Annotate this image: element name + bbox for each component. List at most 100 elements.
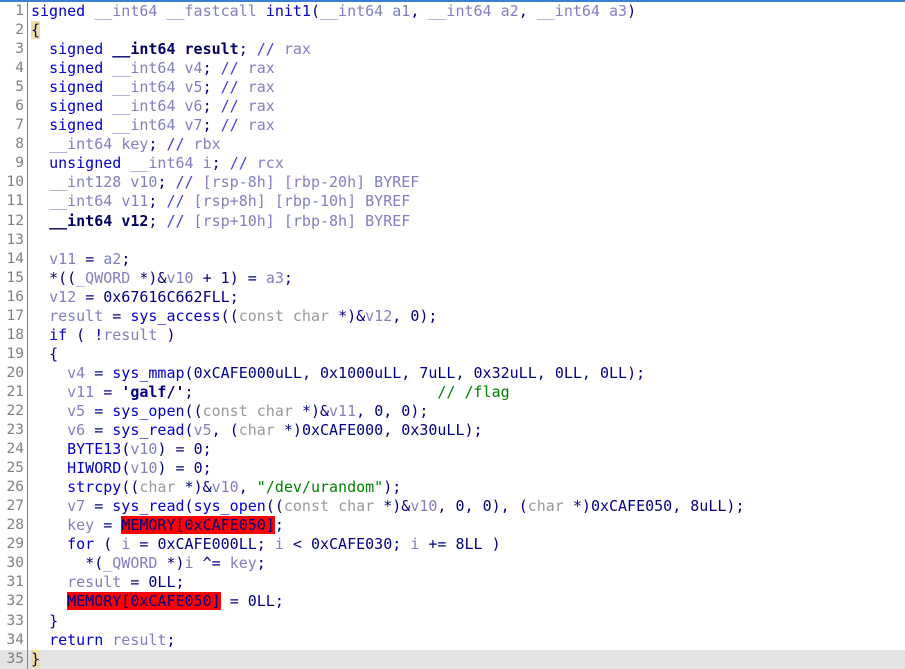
code-text[interactable]: MEMORY[0xCAFE050] = 0LL; <box>31 592 284 611</box>
code-text[interactable]: result = sys_access((const char *)&v12, … <box>31 307 437 326</box>
code-text[interactable]: signed __int64 result; // rax <box>31 40 311 59</box>
code-line[interactable]: 32 MEMORY[0xCAFE050] = 0LL; <box>0 592 905 612</box>
code-text[interactable]: signed __int64 v5; // rax <box>31 78 275 97</box>
code-text[interactable]: *((_QWORD *)&v10 + 1) = a3; <box>31 269 293 288</box>
code-text[interactable]: v6 = sys_read(v5, (char *)0xCAFE000, 0x3… <box>31 421 482 440</box>
code-line[interactable]: 20 v4 = sys_mmap(0xCAFE000uLL, 0x1000uLL… <box>0 363 905 383</box>
gutter-separator <box>27 535 28 555</box>
line-number: 26 <box>6 479 24 496</box>
code-line[interactable]: 33 } <box>0 611 905 631</box>
inline-comment: rax <box>274 40 311 59</box>
code-text[interactable]: __int64 v12; // [rsp+10h] [rbp-8h] BYREF <box>31 212 410 231</box>
code-text[interactable]: __int64 v11; // [rsp+8h] [rbp-10h] BYREF <box>31 192 410 211</box>
code-line[interactable]: 26 strcpy((char *)&v10, "/dev/urandom"); <box>0 478 905 498</box>
code-text[interactable]: signed __int64 v6; // rax <box>31 97 275 116</box>
code-text[interactable]: __int64 key; // rbx <box>31 135 221 154</box>
gutter-separator <box>27 592 28 612</box>
line-number: 4 <box>15 60 24 77</box>
code-text[interactable]: unsigned __int64 i; // rcx <box>31 154 284 173</box>
code-text[interactable]: { <box>31 345 58 364</box>
code-text[interactable] <box>31 231 40 250</box>
gutter-separator <box>27 382 28 402</box>
code-line[interactable]: 2{ <box>0 21 905 41</box>
code-line[interactable]: 29 for ( i = 0xCAFE000LL; i < 0xCAFE030;… <box>0 535 905 555</box>
code-line[interactable]: 28 key = MEMORY[0xCAFE050]; <box>0 516 905 536</box>
gutter-separator <box>27 401 28 422</box>
code-line[interactable]: 35} <box>0 649 905 669</box>
code-text[interactable]: if ( !result ) <box>31 326 175 345</box>
code-text[interactable]: signed __int64 v7; // rax <box>31 116 275 135</box>
inline-comment: rcx <box>247 154 284 173</box>
code-text[interactable]: strcpy((char *)&v10, "/dev/urandom"); <box>31 478 401 497</box>
code-text[interactable]: __int128 v10; // [rsp-8h] [rbp-20h] BYRE… <box>31 173 419 192</box>
code-line[interactable]: 23 v6 = sys_read(v5, (char *)0xCAFE000, … <box>0 421 905 441</box>
code-text[interactable]: } <box>31 649 41 669</box>
line-number: 27 <box>6 498 24 515</box>
line-number: 7 <box>15 117 24 134</box>
gutter-separator <box>27 135 28 155</box>
inline-comment: [rsp+10h] [rbp-8h] BYREF <box>184 211 411 230</box>
code-line[interactable]: 27 v7 = sys_read(sys_open((const char *)… <box>0 497 905 517</box>
code-line[interactable]: 19 { <box>0 344 905 364</box>
code-text[interactable]: { <box>31 21 41 40</box>
pseudocode-code-area[interactable]: 1 signed __int64 __fastcall init1(__int64… <box>0 2 905 669</box>
search-highlight[interactable]: MEMORY[0xCAFE050] <box>121 516 275 535</box>
code-text[interactable]: v11 = 'galf/'; // /flag <box>31 383 510 402</box>
matching-brace[interactable]: { <box>31 21 41 40</box>
code-line[interactable]: 21 v11 = 'galf/'; // /flag <box>0 382 905 402</box>
code-text[interactable]: v4 = sys_mmap(0xCAFE000uLL, 0x1000uLL, 7… <box>31 364 645 383</box>
code-line[interactable]: 22 v5 = sys_open((const char *)&v11, 0, … <box>0 401 905 422</box>
line-number: 33 <box>6 612 24 629</box>
code-line[interactable]: 12 __int64 v12; // [rsp+10h] [rbp-8h] BY… <box>0 211 905 231</box>
code-text[interactable]: HIWORD(v10) = 0; <box>31 459 212 478</box>
code-text[interactable]: signed __int64 __fastcall init1(__int64 … <box>31 2 636 21</box>
line-number: 5 <box>15 79 24 96</box>
code-line[interactable]: 14 v11 = a2; <box>0 249 905 269</box>
code-line[interactable]: 6 signed __int64 v6; // rax <box>0 97 905 117</box>
search-highlight[interactable]: MEMORY[0xCAFE050] <box>67 592 221 611</box>
code-text[interactable]: } <box>31 612 58 631</box>
code-text[interactable]: *(_QWORD *)i ^= key; <box>31 554 266 573</box>
gutter-separator <box>27 497 28 517</box>
code-line[interactable]: 7 signed __int64 v7; // rax <box>0 116 905 136</box>
line-number: 25 <box>6 460 24 477</box>
gutter-separator <box>27 268 28 288</box>
code-line[interactable]: 24 BYTE13(v10) = 0; <box>0 440 905 460</box>
code-line[interactable]: 10 __int128 v10; // [rsp-8h] [rbp-20h] B… <box>0 173 905 193</box>
matching-brace[interactable]: } <box>31 649 41 668</box>
code-text[interactable]: return result; <box>31 631 175 650</box>
code-line[interactable]: 18 if ( !result ) <box>0 325 905 345</box>
code-text[interactable]: key = MEMORY[0xCAFE050]; <box>31 516 284 535</box>
code-line[interactable]: 17 result = sys_access((const char *)&v1… <box>0 306 905 326</box>
gutter-separator <box>27 59 28 79</box>
code-text[interactable]: v12 = 0x67616C662FLL; <box>31 288 239 307</box>
code-text[interactable]: for ( i = 0xCAFE000LL; i < 0xCAFE030; i … <box>31 535 501 554</box>
code-line[interactable]: 25 HIWORD(v10) = 0; <box>0 459 905 479</box>
inline-comment: // /flag <box>437 382 510 401</box>
code-line[interactable]: 15 *((_QWORD *)&v10 + 1) = a3; <box>0 268 905 288</box>
code-line[interactable]: 5 signed __int64 v5; // rax <box>0 78 905 98</box>
code-text[interactable]: BYTE13(v10) = 0; <box>31 440 212 459</box>
gutter-separator <box>27 40 28 60</box>
code-line[interactable]: 11 __int64 v11; // [rsp+8h] [rbp-10h] BY… <box>0 192 905 212</box>
code-line[interactable]: 30 *(_QWORD *)i ^= key; <box>0 554 905 574</box>
code-line[interactable]: 34 return result; <box>0 630 905 650</box>
code-line[interactable]: 16 v12 = 0x67616C662FLL; <box>0 287 905 307</box>
code-text[interactable]: v5 = sys_open((const char *)&v11, 0, 0); <box>31 402 428 421</box>
gutter-separator <box>27 2 28 22</box>
code-line[interactable]: 1 signed __int64 __fastcall init1(__int64… <box>0 2 905 22</box>
code-text[interactable]: result = 0LL; <box>31 573 184 592</box>
code-line[interactable]: 9 unsigned __int64 i; // rcx <box>0 154 905 174</box>
gutter-separator <box>27 78 28 98</box>
line-number: 2 <box>15 22 24 39</box>
code-line[interactable]: 3 signed __int64 result; // rax <box>0 40 905 60</box>
code-line[interactable]: 8 __int64 key; // rbx <box>0 135 905 155</box>
line-number: 34 <box>6 631 24 648</box>
code-line[interactable]: 13 <box>0 230 905 250</box>
code-line[interactable]: 31 result = 0LL; <box>0 573 905 593</box>
gutter-separator <box>27 630 28 650</box>
code-text[interactable]: signed __int64 v4; // rax <box>31 59 275 78</box>
code-text[interactable]: v11 = a2; <box>31 250 130 269</box>
code-line[interactable]: 4 signed __int64 v4; // rax <box>0 59 905 79</box>
code-text[interactable]: v7 = sys_read(sys_open((const char *)&v1… <box>31 497 744 516</box>
